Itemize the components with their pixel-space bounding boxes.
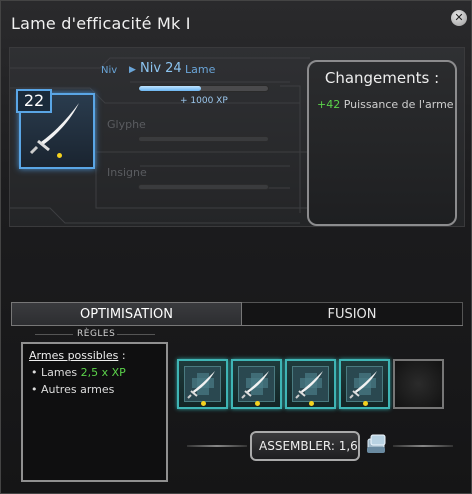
rule-bonus: 2,5 x XP — [80, 366, 126, 379]
niv-label: Niv — [101, 65, 118, 76]
material-item — [238, 366, 275, 402]
rules-divider-right — [117, 334, 155, 335]
rules-heading: Armes possibles : — [29, 349, 126, 362]
tab-divider — [11, 325, 463, 326]
material-slot-2[interactable] — [231, 359, 282, 409]
target-level: Niv 24 — [140, 61, 182, 76]
glyphe-label: Glyphe — [107, 118, 146, 131]
material-item — [346, 366, 383, 402]
change-entry: +42 Puissance de l'arme — [317, 98, 454, 111]
material-slot-5-empty[interactable] — [393, 359, 444, 409]
xp-progress-fill — [139, 86, 201, 91]
xp-gain: + 1000 XP — [180, 96, 228, 106]
rules-divider-left — [35, 334, 73, 335]
assemble-button[interactable]: ASSEMBLER: 1,60 — [250, 431, 360, 461]
rule-item: • Lames 2,5 x XP — [31, 366, 126, 379]
rule-item: • Autres armes — [31, 383, 114, 396]
tab-fusion[interactable]: FUSION — [242, 302, 463, 326]
insigne-label: Insigne — [107, 166, 147, 179]
material-item — [292, 366, 329, 402]
rules-panel: Armes possibles : • Lames 2,5 x XP • Aut… — [21, 342, 168, 482]
change-value: +42 — [317, 98, 341, 111]
close-icon[interactable]: ✕ — [451, 10, 467, 26]
material-item — [184, 366, 221, 402]
quality-dot — [363, 401, 368, 406]
quality-dot — [57, 153, 62, 158]
material-slot-4[interactable] — [339, 359, 390, 409]
changes-title: Changements : — [324, 69, 440, 87]
money-stack-icon — [365, 431, 389, 457]
sword-icon — [295, 371, 323, 399]
bullet: • — [31, 383, 38, 396]
change-stat: Puissance de l'arme — [343, 98, 454, 111]
insigne-bar — [138, 184, 269, 190]
quality-dot — [201, 401, 206, 406]
material-slot-3[interactable] — [285, 359, 336, 409]
rules-section-label: RÈGLES — [77, 329, 116, 339]
tab-optimisation[interactable]: OPTIMISATION — [11, 302, 242, 326]
sword-icon — [187, 371, 215, 399]
material-slot-1[interactable] — [177, 359, 228, 409]
title-bar: Lame d'efficacité Mk I ✕ — [1, 1, 472, 45]
sword-icon — [349, 371, 377, 399]
target-name: Lame — [185, 63, 216, 76]
arrow-right-icon: ▶ — [129, 65, 136, 75]
glyphe-bar — [138, 136, 269, 142]
quality-dot — [309, 401, 314, 406]
changes-panel: Changements : +42 Puissance de l'arme — [307, 60, 457, 226]
tab-bar: OPTIMISATION FUSION — [11, 302, 463, 326]
window-title: Lame d'efficacité Mk I — [11, 14, 191, 33]
rule-name: Lames — [41, 366, 78, 379]
rules-heading-suffix: : — [118, 349, 126, 362]
rule-name: Autres armes — [41, 383, 115, 396]
quality-dot — [255, 401, 260, 406]
sword-icon — [241, 371, 269, 399]
assemble-deco-right — [393, 445, 453, 447]
rules-heading-text: Armes possibles — [29, 349, 119, 362]
item-level-badge: 22 — [16, 89, 52, 113]
item-window: Lame d'efficacité Mk I ✕ 22 Niv ▶ Niv 24… — [0, 0, 472, 494]
assemble-deco-left — [187, 445, 247, 447]
xp-progress-bar — [138, 85, 269, 92]
bullet: • — [31, 366, 38, 379]
